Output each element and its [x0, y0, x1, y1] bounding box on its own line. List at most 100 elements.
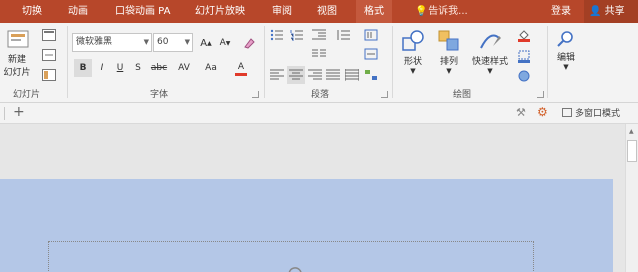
shrink-font-icon[interactable]: A ▼: [216, 34, 234, 52]
lightbulb-icon: 💡: [415, 6, 428, 17]
tab-transitions[interactable]: 切换: [22, 0, 42, 23]
multi-window-mode[interactable]: 多窗口模式: [575, 106, 620, 119]
document-tab-strip: + ⚒ ⚙ 多窗口模式: [0, 103, 638, 124]
bullets-icon[interactable]: [268, 26, 286, 44]
app-window: 切换 动画 口袋动画 PA 幻灯片放映 审阅 视图 格式 💡 告诉我... 登录…: [0, 0, 638, 272]
font-group-label: 字体: [150, 90, 169, 100]
font-size-combo[interactable]: 60 ▼: [153, 33, 193, 52]
slide[interactable]: [0, 179, 613, 272]
share-label: 共享: [604, 6, 625, 17]
editing-button[interactable]: 编辑 ▼: [552, 28, 580, 71]
arrange-icon: [438, 30, 459, 51]
font-color-button[interactable]: A: [230, 59, 252, 77]
font-name-value: 微软雅黑: [76, 37, 113, 47]
chevron-down-icon: ▼: [563, 63, 569, 71]
new-slide-label: 新建: [7, 55, 26, 65]
align-text-icon[interactable]: [362, 45, 380, 63]
arrange-label: 排列: [439, 57, 458, 67]
char-spacing-button[interactable]: AV: [172, 59, 196, 77]
underline-button[interactable]: U: [111, 59, 129, 77]
font-color-letter: A: [237, 61, 245, 72]
arrange-button[interactable]: 排列 ▼: [433, 28, 465, 75]
change-case-button[interactable]: Aa: [199, 59, 223, 77]
new-slide-icon: [7, 30, 29, 48]
section-icon[interactable]: [40, 66, 58, 84]
new-slide-sublabel: 幻灯片: [3, 68, 31, 78]
chevron-down-icon: ▼: [410, 67, 416, 75]
vertical-scrollbar[interactable]: ▲: [625, 124, 638, 272]
separator: [4, 107, 5, 120]
font-size-value: 60: [157, 37, 169, 47]
layout-icon[interactable]: [40, 26, 58, 44]
tab-format[interactable]: 格式: [356, 0, 392, 23]
tab-animations[interactable]: 动画: [68, 0, 88, 23]
chevron-down-icon: ▼: [446, 67, 452, 75]
font-dialog-launcher-icon[interactable]: [252, 91, 259, 98]
reset-icon[interactable]: [40, 46, 58, 64]
columns-icon[interactable]: [310, 45, 328, 63]
align-left-icon[interactable]: [268, 66, 286, 84]
chevron-down-icon: ▼: [184, 38, 190, 46]
rotate-handle-icon[interactable]: [287, 266, 305, 272]
add-tab-button[interactable]: +: [13, 104, 25, 120]
tab-pocket-animation[interactable]: 口袋动画 PA: [115, 0, 170, 23]
scroll-up-icon[interactable]: ▲: [629, 128, 634, 135]
slide-editing-area[interactable]: [0, 124, 625, 272]
shapes-button[interactable]: 形状 ▼: [397, 28, 429, 75]
slides-group-label: 幻灯片: [13, 90, 41, 100]
share-button[interactable]: 👤 共享: [584, 0, 638, 23]
decrease-indent-icon[interactable]: [310, 26, 328, 44]
tell-me-search[interactable]: 💡 告诉我...: [415, 0, 468, 23]
font-name-combo[interactable]: 微软雅黑 ▼: [72, 33, 152, 52]
strikethrough-button[interactable]: abc: [147, 59, 171, 77]
tab-view[interactable]: 视图: [317, 0, 337, 23]
gear-icon[interactable]: ⚙: [537, 105, 548, 119]
numbering-icon[interactable]: [288, 26, 306, 44]
separator: [264, 26, 265, 98]
login-link[interactable]: 登录: [551, 0, 571, 23]
shapes-icon: [402, 30, 424, 51]
shape-effects-icon[interactable]: [515, 67, 533, 85]
grow-font-icon[interactable]: A ▲: [197, 34, 215, 52]
shapes-label: 形状: [403, 57, 422, 67]
clear-format-icon[interactable]: [240, 34, 258, 52]
text-direction-icon[interactable]: [362, 26, 380, 44]
title-placeholder[interactable]: [48, 241, 534, 272]
pin-icon[interactable]: ⚒: [516, 106, 526, 119]
tab-review[interactable]: 审阅: [272, 0, 292, 23]
separator: [67, 26, 68, 98]
smartart-icon[interactable]: [362, 66, 380, 84]
person-icon: 👤: [589, 6, 602, 17]
window-icon: [562, 108, 572, 117]
italic-button[interactable]: I: [93, 59, 111, 77]
drawing-dialog-launcher-icon[interactable]: [537, 91, 544, 98]
quick-styles-button[interactable]: 快速样式 ▼: [467, 28, 513, 75]
separator: [547, 26, 548, 98]
ribbon: 新建 幻灯片 幻灯片 微软雅黑 ▼ 60 ▼ A ▲ A ▼ B I U S abc A…: [0, 23, 638, 103]
drawing-group-label: 绘图: [453, 90, 472, 100]
font-color-bar: [235, 72, 247, 76]
shape-outline-icon[interactable]: [515, 47, 533, 65]
chevron-down-icon: ▼: [487, 67, 493, 75]
scroll-thumb[interactable]: [627, 140, 637, 162]
paragraph-dialog-launcher-icon[interactable]: [381, 91, 388, 98]
distributed-icon[interactable]: [343, 66, 361, 84]
quick-styles-label: 快速样式: [471, 57, 508, 67]
new-slide-button[interactable]: 新建 幻灯片: [0, 26, 34, 78]
bold-button[interactable]: B: [74, 59, 92, 77]
quick-styles-icon: [480, 34, 501, 49]
line-spacing-icon[interactable]: [334, 26, 352, 44]
shadow-button[interactable]: S: [129, 59, 147, 77]
separator: [392, 26, 393, 98]
align-center-icon[interactable]: [287, 66, 305, 84]
shape-fill-icon[interactable]: [515, 26, 533, 44]
tab-slideshow[interactable]: 幻灯片放映: [195, 0, 245, 23]
paragraph-group-label: 段落: [311, 90, 330, 100]
editing-label: 编辑: [556, 53, 575, 63]
tell-me-text: 告诉我...: [428, 6, 468, 17]
ribbon-tab-bar: 切换 动画 口袋动画 PA 幻灯片放映 审阅 视图 格式 💡 告诉我... 登录…: [0, 0, 638, 23]
align-right-icon[interactable]: [306, 66, 324, 84]
magnifier-icon: [557, 31, 573, 47]
chevron-down-icon: ▼: [143, 38, 149, 46]
justify-icon[interactable]: [324, 66, 342, 84]
